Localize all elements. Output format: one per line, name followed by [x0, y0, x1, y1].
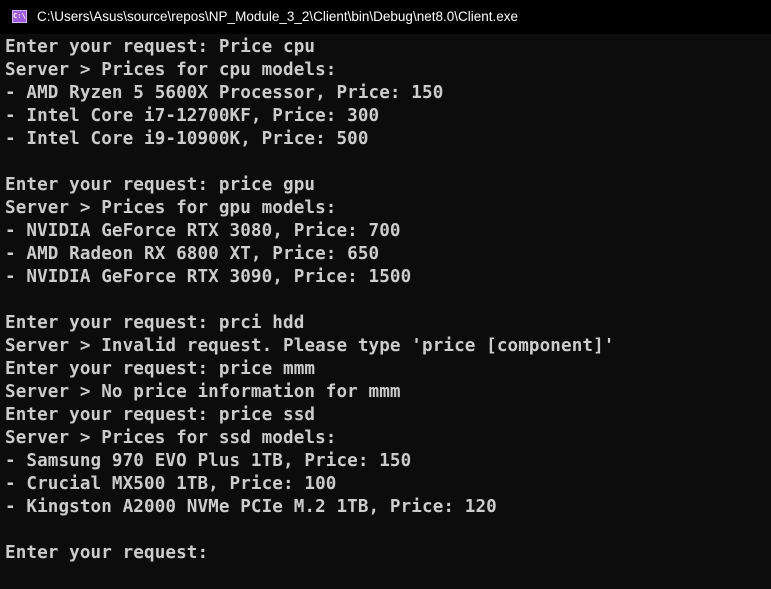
console-line: Server > Prices for ssd models: — [5, 428, 337, 448]
console-line: - NVIDIA GeForce RTX 3090, Price: 1500 — [5, 267, 412, 287]
console-window: C:\ C:\Users\Asus\source\repos\NP_Module… — [0, 0, 771, 589]
console-line: Server > Prices for gpu models: — [5, 198, 337, 218]
console-line: - Kingston A2000 NVMe PCIe M.2 1TB, Pric… — [5, 497, 497, 517]
console-line: - AMD Ryzen 5 5600X Processor, Price: 15… — [5, 83, 444, 103]
console-line: Enter your request: price ssd — [5, 405, 316, 425]
title-bar[interactable]: C:\ C:\Users\Asus\source\repos\NP_Module… — [0, 0, 771, 34]
console-line: - Intel Core i7-12700KF, Price: 300 — [5, 106, 380, 126]
console-line: - Crucial MX500 1TB, Price: 100 — [5, 474, 337, 494]
console-line: Server > Invalid request. Please type 'p… — [5, 336, 615, 356]
console-line: Enter your request: price mmm — [5, 359, 316, 379]
console-line: - Intel Core i9-10900K, Price: 500 — [5, 129, 369, 149]
console-line: Enter your request: Price cpu — [5, 37, 316, 57]
console-output[interactable]: Enter your request: Price cpu Server > Pr… — [5, 36, 771, 589]
console-line: Server > Prices for cpu models: — [5, 60, 337, 80]
console-line: Enter your request: prci hdd — [5, 313, 305, 333]
console-line: - Samsung 970 EVO Plus 1TB, Price: 150 — [5, 451, 412, 471]
window-title: C:\Users\Asus\source\repos\NP_Module_3_2… — [37, 9, 519, 24]
console-line: - NVIDIA GeForce RTX 3080, Price: 700 — [5, 221, 401, 241]
console-app-icon: C:\ — [12, 10, 27, 23]
console-line: Server > No price information for mmm — [5, 382, 401, 402]
console-line: - AMD Radeon RX 6800 XT, Price: 650 — [5, 244, 380, 264]
console-line: Enter your request: price gpu — [5, 175, 316, 195]
console-line: Enter your request: — [5, 543, 209, 563]
